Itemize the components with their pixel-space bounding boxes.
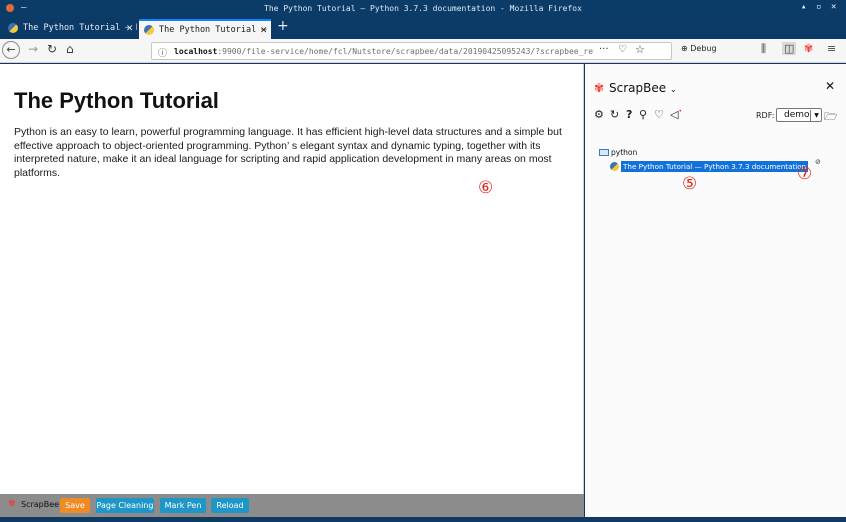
rdf-select[interactable]: demo ▼ xyxy=(776,108,822,122)
reload-page-button[interactable]: Reload xyxy=(211,498,249,513)
python-favicon-icon xyxy=(144,25,154,35)
scrapbee-logo-icon: ✾ xyxy=(8,499,16,509)
scrapbee-sidebar: ✾ ScrapBee ⌄ ✕ ⚙ ↻ ? ⚲ ♡ ◁• RDF: demo ▼ … xyxy=(585,64,846,517)
page-paragraph: Python is an easy to learn, powerful pro… xyxy=(14,126,562,179)
sidebar-title-text: ScrapBee xyxy=(609,81,667,95)
tab-2-close-icon[interactable]: ✕ xyxy=(260,21,267,39)
tab-strip: The Python Tutorial — Py ✕ The Python Tu… xyxy=(0,17,846,39)
tab-1-close-icon[interactable]: ✕ xyxy=(126,19,133,37)
pocket-icon[interactable]: ♡ xyxy=(618,44,627,55)
chevron-down-icon: ⌄ xyxy=(669,85,677,94)
debug-extension-button[interactable]: ⊕ Debug xyxy=(681,44,717,53)
tree-folder-label: python xyxy=(611,148,638,157)
external-link-icon[interactable]: ⊘ xyxy=(815,158,821,166)
rdf-label: RDF: xyxy=(756,111,775,120)
dropdown-arrow-icon: ▼ xyxy=(810,110,822,121)
sidebar-title[interactable]: ScrapBee ⌄ xyxy=(609,81,677,95)
bookmark-star-icon[interactable]: ☆ xyxy=(635,43,645,56)
settings-gear-icon[interactable]: ⚙ xyxy=(594,108,604,121)
page-heading: The Python Tutorial xyxy=(14,88,219,113)
url-host: localhost xyxy=(174,47,218,56)
scrapbee-bottom-toolbar: ✾ ScrapBee Save Page Cleaning Mark Pen R… xyxy=(0,494,584,517)
page-cleaning-button[interactable]: Page Cleaning xyxy=(96,498,154,513)
annotation-marker-5: ⑤ xyxy=(682,174,698,194)
url-bar[interactable]: ⓘ localhost:9900/file-service/home/fcl/N… xyxy=(151,42,672,60)
help-icon[interactable]: ? xyxy=(626,108,632,121)
new-tab-button[interactable]: + xyxy=(277,18,289,34)
announcement-icon[interactable]: ◁• xyxy=(670,108,682,121)
url-path: :9900/file-service/home/fcl/Nutstore/scr… xyxy=(217,47,594,56)
home-button[interactable]: ⌂ xyxy=(66,42,74,56)
maximize-icon[interactable]: ▫ xyxy=(816,2,821,12)
page-content: The Python Tutorial Python is an easy to… xyxy=(0,64,584,494)
python-favicon-icon xyxy=(610,162,619,171)
open-folder-icon[interactable]: 🗁 xyxy=(824,108,838,127)
tab-2-label: The Python Tutorial — Py xyxy=(159,25,271,35)
menu-icon[interactable]: ≡ xyxy=(827,42,836,55)
window-title: The Python Tutorial — Python 3.7.3 docum… xyxy=(264,4,582,13)
scrapbee-brand: ScrapBee xyxy=(21,500,60,509)
scrapbee-toolbar-icon[interactable]: ✾ xyxy=(804,42,813,55)
forward-button[interactable]: → xyxy=(28,42,38,56)
refresh-icon[interactable]: ↻ xyxy=(610,108,619,121)
annotation-marker-7: ⑦ xyxy=(797,164,813,184)
tab-1-label: The Python Tutorial — Py xyxy=(23,23,137,33)
reload-button[interactable]: ↻ xyxy=(47,42,57,56)
debug-label: Debug xyxy=(690,44,717,53)
sidebar-toggle-icon[interactable]: ◫ xyxy=(782,42,797,55)
navigation-bar: ← → ↻ ⌂ ⓘ localhost:9900/file-service/ho… xyxy=(0,39,846,63)
page-actions-icon[interactable]: ··· xyxy=(599,44,609,55)
tab-2[interactable]: The Python Tutorial — Py ✕ xyxy=(139,19,271,39)
sidebar-close-icon[interactable]: ✕ xyxy=(825,79,835,93)
scrapbee-logo-icon: ✾ xyxy=(594,81,605,95)
folder-icon xyxy=(599,149,609,156)
mark-pen-button[interactable]: Mark Pen xyxy=(160,498,206,513)
url-text[interactable]: localhost:9900/file-service/home/fcl/Nut… xyxy=(174,47,594,56)
python-favicon-icon xyxy=(8,23,18,33)
info-icon[interactable]: ⓘ xyxy=(158,46,167,59)
back-button[interactable]: ← xyxy=(2,41,20,59)
heart-icon[interactable]: ♡ xyxy=(654,108,664,121)
tab-1[interactable]: The Python Tutorial — Py ✕ xyxy=(3,19,137,39)
firefox-window: – The Python Tutorial — Python 3.7.3 doc… xyxy=(0,0,846,522)
close-window-icon[interactable]: ✕ xyxy=(831,2,836,12)
rdf-selected-value: demo xyxy=(784,110,810,120)
tree-folder-python[interactable]: python xyxy=(599,148,637,157)
minimize-icon[interactable]: ▴ xyxy=(801,2,806,12)
title-bar: – The Python Tutorial — Python 3.7.3 doc… xyxy=(0,0,846,17)
search-icon[interactable]: ⚲ xyxy=(639,108,647,121)
library-icon[interactable]: ⫼ xyxy=(761,42,766,56)
annotation-marker-6: ⑥ xyxy=(478,178,494,198)
save-button[interactable]: Save xyxy=(60,498,90,513)
tree-item-label[interactable]: The Python Tutorial — Python 3.7.3 docum… xyxy=(621,161,809,172)
